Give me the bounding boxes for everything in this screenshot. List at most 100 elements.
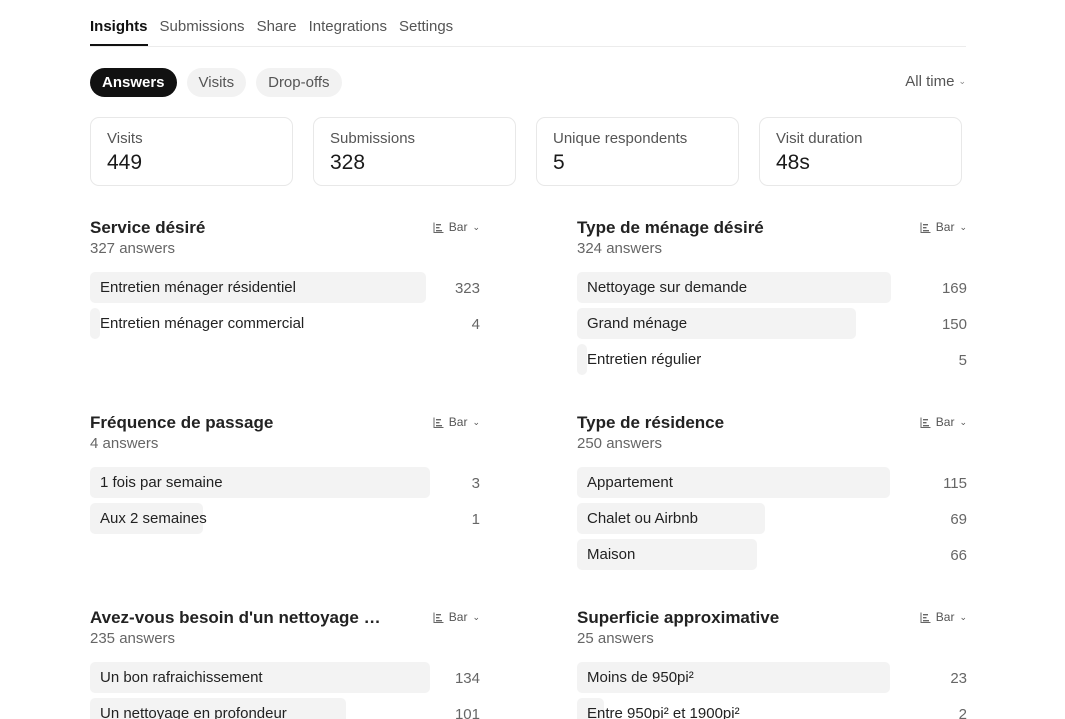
answer-count: 250 answers: [577, 435, 663, 452]
answer-row: Maison 66: [577, 539, 967, 570]
answer-count-value: 150: [941, 316, 967, 333]
question-section-service: Service désiré Bar ⌄ 327 answers Entreti…: [90, 218, 480, 344]
answer-bar: [577, 344, 587, 375]
bar-chart-icon: [920, 417, 931, 428]
answer-count: 235 answers: [90, 630, 176, 647]
answer-count-value: 2: [958, 706, 967, 719]
chart-type-dropdown[interactable]: Bar ⌄: [433, 415, 480, 429]
bar-chart-icon: [920, 222, 931, 233]
chevron-down-icon: ⌄: [472, 611, 480, 622]
question-title: Avez-vous besoin d'un nettoyage plus en …: [90, 608, 390, 627]
chart-type-dropdown[interactable]: Bar ⌄: [920, 415, 967, 429]
tab-bar: Insights Submissions Share Integrations …: [90, 0, 966, 47]
answer-count-value: 169: [941, 280, 967, 297]
answer-row: Un bon rafraichissement 134: [90, 662, 480, 693]
question-title: Fréquence de passage: [90, 413, 274, 432]
stat-value: 449: [107, 151, 143, 174]
tab-submissions[interactable]: Submissions: [160, 0, 245, 45]
answer-count-value: 4: [471, 316, 480, 333]
question-section-frequence: Fréquence de passage Bar ⌄ 4 answers 1 f…: [90, 413, 480, 539]
chart-type-label: Bar: [935, 220, 955, 234]
bar-chart-icon: [433, 612, 444, 623]
chart-type-dropdown[interactable]: Bar ⌄: [920, 610, 967, 624]
question-title: Type de ménage désiré: [577, 218, 764, 237]
chevron-down-icon: ⌄: [472, 416, 480, 427]
answer-label: Aux 2 semaines: [100, 510, 207, 527]
stat-label: Submissions: [330, 130, 416, 147]
answer-label: Moins de 950pi²: [587, 669, 694, 686]
answer-label: Entretien régulier: [587, 351, 702, 368]
question-section-menage: Type de ménage désiré Bar ⌄ 324 answers …: [577, 218, 967, 380]
chart-type-dropdown[interactable]: Bar ⌄: [433, 220, 480, 234]
view-filter-group: Answers Visits Drop-offs: [90, 68, 342, 97]
chart-type-label: Bar: [448, 610, 468, 624]
answer-label: Chalet ou Airbnb: [587, 510, 698, 527]
insights-page: Insights Submissions Share Integrations …: [0, 0, 1065, 719]
question-title: Superficie approximative: [577, 608, 780, 627]
answer-label: Entretien ménager résidentiel: [100, 279, 296, 296]
tab-share[interactable]: Share: [257, 0, 297, 45]
time-range-dropdown[interactable]: All time ⌄: [905, 73, 966, 90]
answer-row: Entretien ménager commercial 4: [90, 308, 480, 339]
question-title: Service désiré: [90, 218, 206, 237]
answer-count-value: 66: [950, 547, 967, 564]
answer-label: Entre 950pi² et 1900pi²: [587, 705, 740, 719]
answer-count-value: 69: [950, 511, 967, 528]
stat-card-unique-respondents: Unique respondents 5: [536, 117, 739, 186]
tab-integrations[interactable]: Integrations: [309, 0, 387, 45]
chart-type-dropdown[interactable]: Bar ⌄: [433, 610, 480, 624]
stat-card-visits: Visits 449: [90, 117, 293, 186]
answer-label: Un nettoyage en profondeur: [100, 705, 287, 719]
answer-count-value: 115: [943, 475, 967, 492]
answer-count: 324 answers: [577, 240, 663, 257]
stat-value: 48s: [776, 151, 810, 174]
chevron-down-icon: ⌄: [959, 611, 967, 622]
answer-count-value: 101: [454, 706, 480, 719]
answer-count: 25 answers: [577, 630, 654, 647]
stat-value: 5: [553, 151, 565, 174]
filter-dropoffs-button[interactable]: Drop-offs: [256, 68, 342, 97]
chevron-down-icon: ⌄: [959, 221, 967, 232]
answer-row: Entretien régulier 5: [577, 344, 967, 375]
answer-label: Grand ménage: [587, 315, 688, 332]
chevron-down-icon: ⌄: [959, 416, 967, 427]
answer-row: Grand ménage 150: [577, 308, 967, 339]
answer-row: 1 fois par semaine 3: [90, 467, 480, 498]
question-title: Type de résidence: [577, 413, 725, 432]
stat-value: 328: [330, 151, 366, 174]
answer-count-value: 5: [958, 352, 967, 369]
answer-row: Appartement 115: [577, 467, 967, 498]
answer-label: Nettoyage sur demande: [587, 279, 748, 296]
chart-type-label: Bar: [935, 610, 955, 624]
answer-row: Chalet ou Airbnb 69: [577, 503, 967, 534]
chevron-down-icon: ⌄: [958, 76, 966, 86]
stat-label: Visits: [107, 130, 143, 147]
filter-visits-button[interactable]: Visits: [186, 68, 247, 97]
stat-label: Visit duration: [776, 130, 863, 147]
tab-settings[interactable]: Settings: [399, 0, 453, 45]
chart-type-dropdown[interactable]: Bar ⌄: [920, 220, 967, 234]
answer-count-value: 1: [471, 511, 480, 528]
answer-label: Appartement: [587, 474, 673, 491]
question-section-superficie: Superficie approximative Bar ⌄ 25 answer…: [577, 608, 967, 719]
chart-type-label: Bar: [448, 415, 468, 429]
answer-count: 327 answers: [90, 240, 176, 257]
answer-count-value: 3: [471, 475, 480, 492]
answer-row: Moins de 950pi² 23: [577, 662, 967, 693]
chevron-down-icon: ⌄: [472, 221, 480, 232]
answer-row: Entre 950pi² et 1900pi² 2: [577, 698, 967, 719]
question-section-residence: Type de résidence Bar ⌄ 250 answers Appa…: [577, 413, 967, 575]
answer-count: 4 answers: [90, 435, 159, 452]
stat-card-submissions: Submissions 328: [313, 117, 516, 186]
filter-answers-button[interactable]: Answers: [90, 68, 177, 97]
bar-chart-icon: [433, 222, 444, 233]
tab-insights[interactable]: Insights: [90, 0, 148, 46]
answer-bar: [90, 308, 100, 339]
answer-label: 1 fois par semaine: [100, 474, 223, 491]
stat-label: Unique respondents: [553, 130, 688, 147]
chart-type-label: Bar: [448, 220, 468, 234]
answer-row: Aux 2 semaines 1: [90, 503, 480, 534]
answer-row: Un nettoyage en profondeur 101: [90, 698, 480, 719]
chart-type-label: Bar: [935, 415, 955, 429]
answer-count-value: 23: [950, 670, 967, 687]
